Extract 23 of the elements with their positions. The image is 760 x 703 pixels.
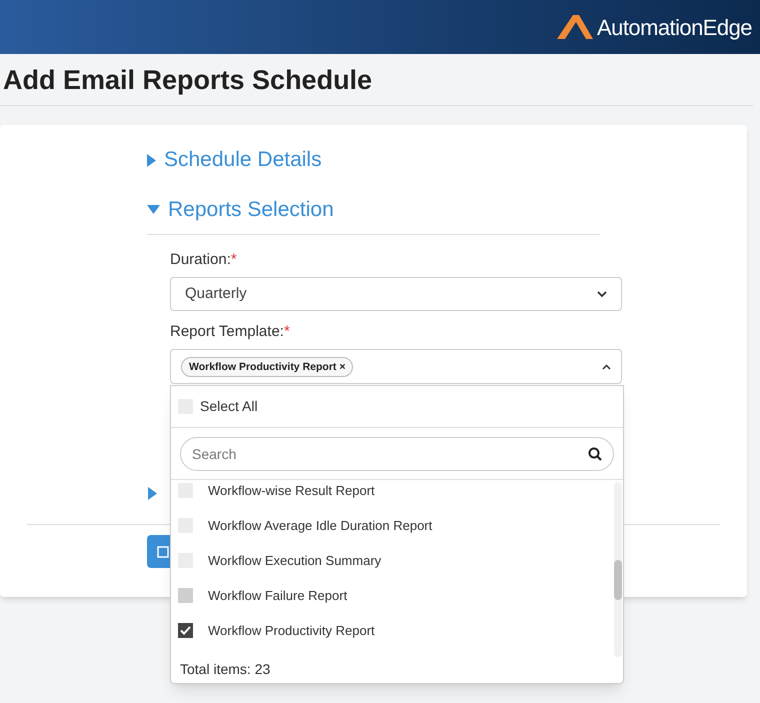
selected-chip[interactable]: Workflow Productivity Report × xyxy=(181,356,354,376)
search-field[interactable]: Search xyxy=(180,437,614,471)
report-option[interactable]: Workflow Average Idle Duration Report xyxy=(171,508,614,543)
template-multiselect[interactable]: Workflow Productivity Report × xyxy=(170,349,622,384)
chevron-down-icon xyxy=(597,290,607,298)
field-label: Report Template:* xyxy=(170,323,291,341)
select-all-option[interactable]: Select All xyxy=(171,386,623,428)
total-items-text: Total items: 23 xyxy=(179,660,272,679)
duration-select[interactable]: Quarterly xyxy=(170,277,622,311)
checkbox[interactable] xyxy=(178,623,193,638)
chevron-up-icon xyxy=(602,364,611,370)
report-option[interactable]: Workflow Productivity Report xyxy=(171,613,614,648)
checkmark-icon xyxy=(180,626,191,635)
report-option[interactable]: Workflow Failure Report xyxy=(171,578,614,613)
search-icon xyxy=(588,447,602,461)
scrollbar-track[interactable] xyxy=(614,482,622,657)
logo-icon xyxy=(555,13,596,41)
report-option[interactable]: Workflow-wise Result Report xyxy=(171,473,614,508)
field-label: Duration:* xyxy=(170,251,238,269)
report-option[interactable]: Workflow Execution Summary xyxy=(171,543,614,578)
page-title: Add Email Reports Schedule xyxy=(2,64,372,96)
checkbox[interactable] xyxy=(178,588,193,603)
logo-text: AutomationEdge xyxy=(597,14,752,42)
